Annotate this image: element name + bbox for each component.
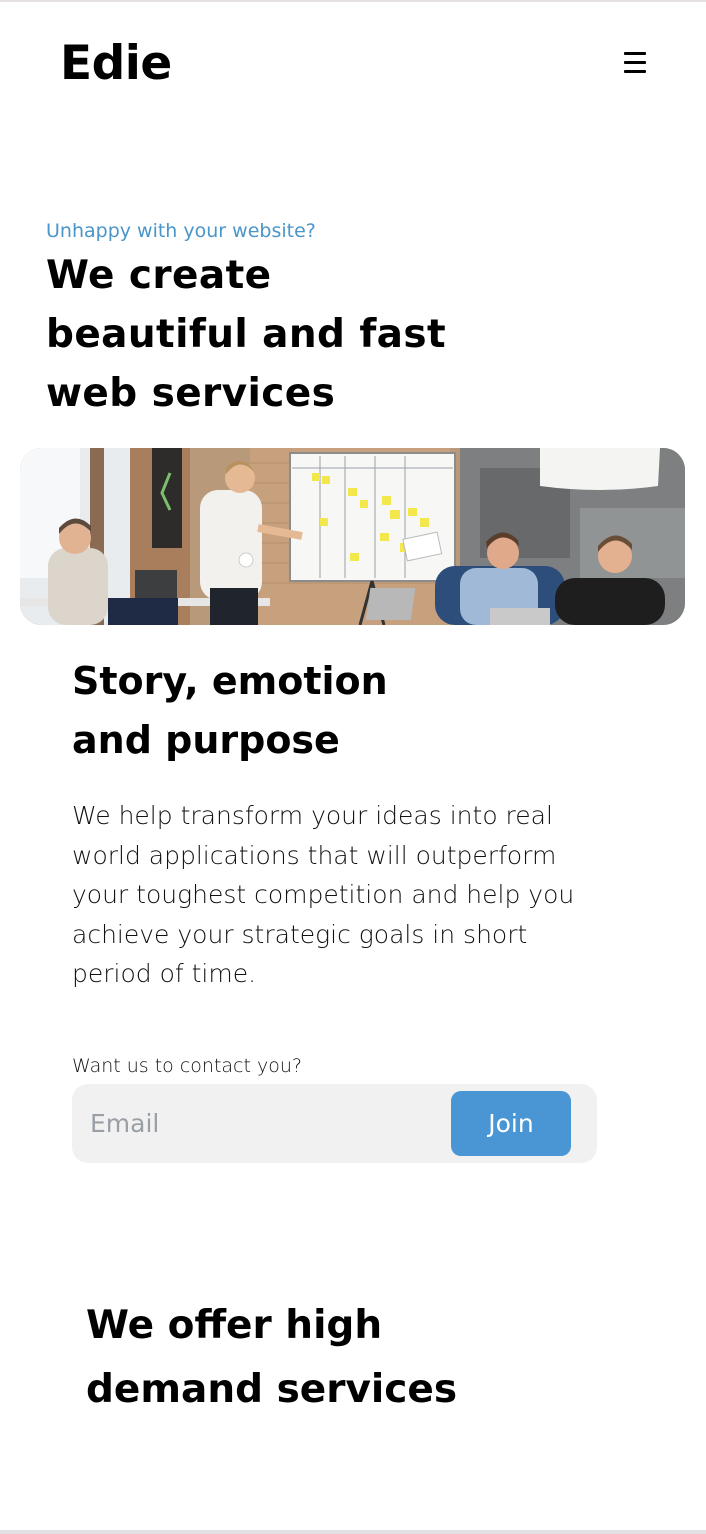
menu-bar: [624, 70, 646, 73]
story-title: Story, emotion and purpose: [72, 659, 388, 762]
email-input[interactable]: [90, 1098, 430, 1148]
contact-label: Want us to contact you?: [72, 1055, 302, 1077]
services-title: We offer high demand services: [86, 1303, 458, 1412]
hero-eyebrow: Unhappy with your website?: [46, 220, 316, 242]
top-border: [0, 0, 706, 2]
hero-image: [20, 448, 685, 625]
story-body: We help transform your ideas into real w…: [72, 801, 575, 988]
hamburger-menu-icon[interactable]: [618, 48, 652, 78]
bottom-border: [0, 1530, 706, 1534]
menu-bar: [624, 52, 646, 55]
hero-title: We create beautiful and fast web service…: [46, 253, 447, 416]
join-button[interactable]: Join: [451, 1091, 571, 1156]
contact-form: Join: [72, 1084, 597, 1163]
brand-logo[interactable]: Edie: [60, 36, 172, 92]
menu-bar: [624, 61, 646, 64]
